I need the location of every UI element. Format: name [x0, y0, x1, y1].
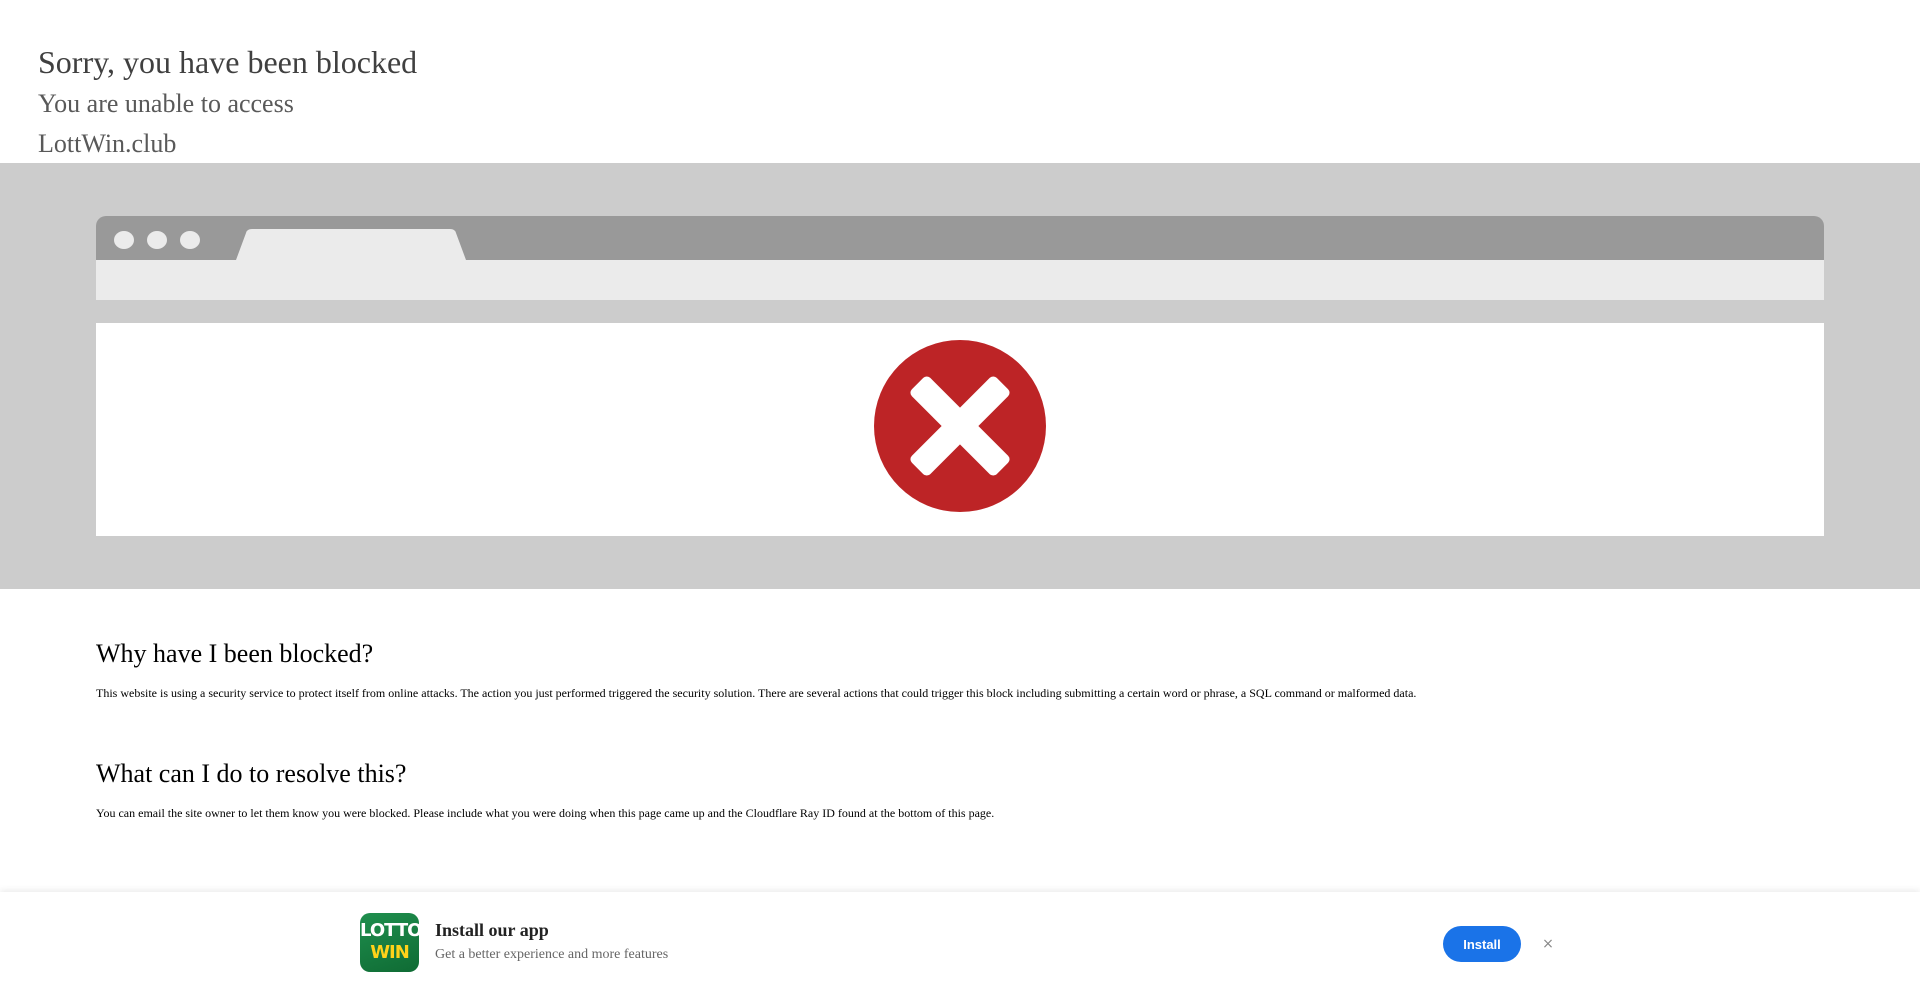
page-subtitle: You are unable to access [38, 89, 294, 118]
browser-viewport [96, 323, 1824, 536]
install-banner-description: Get a better experience and more feature… [435, 947, 669, 962]
block-header: Sorry, you have been blocked You are una… [38, 40, 1838, 164]
error-x-icon [874, 340, 1046, 512]
blocked-domain: LottWin.club [38, 129, 177, 158]
app-logo-text-bottom: WIN [370, 942, 410, 963]
browser-address-bar [96, 260, 1824, 300]
why-blocked-section: Why have I been blocked? This website is… [96, 636, 1824, 702]
browser-illustration [96, 216, 1824, 300]
browser-titlebar [96, 216, 1824, 260]
why-blocked-heading: Why have I been blocked? [96, 639, 374, 668]
window-dot-icon [180, 231, 200, 249]
resolve-text: You can email the site owner to let them… [96, 806, 995, 820]
install-banner-title: Install our app [435, 920, 549, 940]
resolve-section: What can I do to resolve this? You can e… [96, 756, 994, 822]
close-icon[interactable]: × [1536, 932, 1560, 956]
illustration-band [0, 163, 1920, 589]
window-dot-icon [114, 231, 134, 249]
install-app-banner: LOTTO WIN Install our app Get a better e… [0, 892, 1920, 993]
explanation-content: Why have I been blocked? This website is… [96, 636, 1824, 820]
app-logo: LOTTO WIN [360, 913, 419, 972]
why-blocked-text: This website is using a security service… [96, 686, 1417, 700]
window-dot-icon [147, 231, 167, 249]
app-logo-text-top: LOTTO [360, 920, 419, 941]
page-title: Sorry, you have been blocked [38, 44, 418, 80]
resolve-heading: What can I do to resolve this? [96, 759, 407, 788]
browser-tab-shape [236, 229, 466, 260]
install-button[interactable]: Install [1443, 926, 1521, 962]
